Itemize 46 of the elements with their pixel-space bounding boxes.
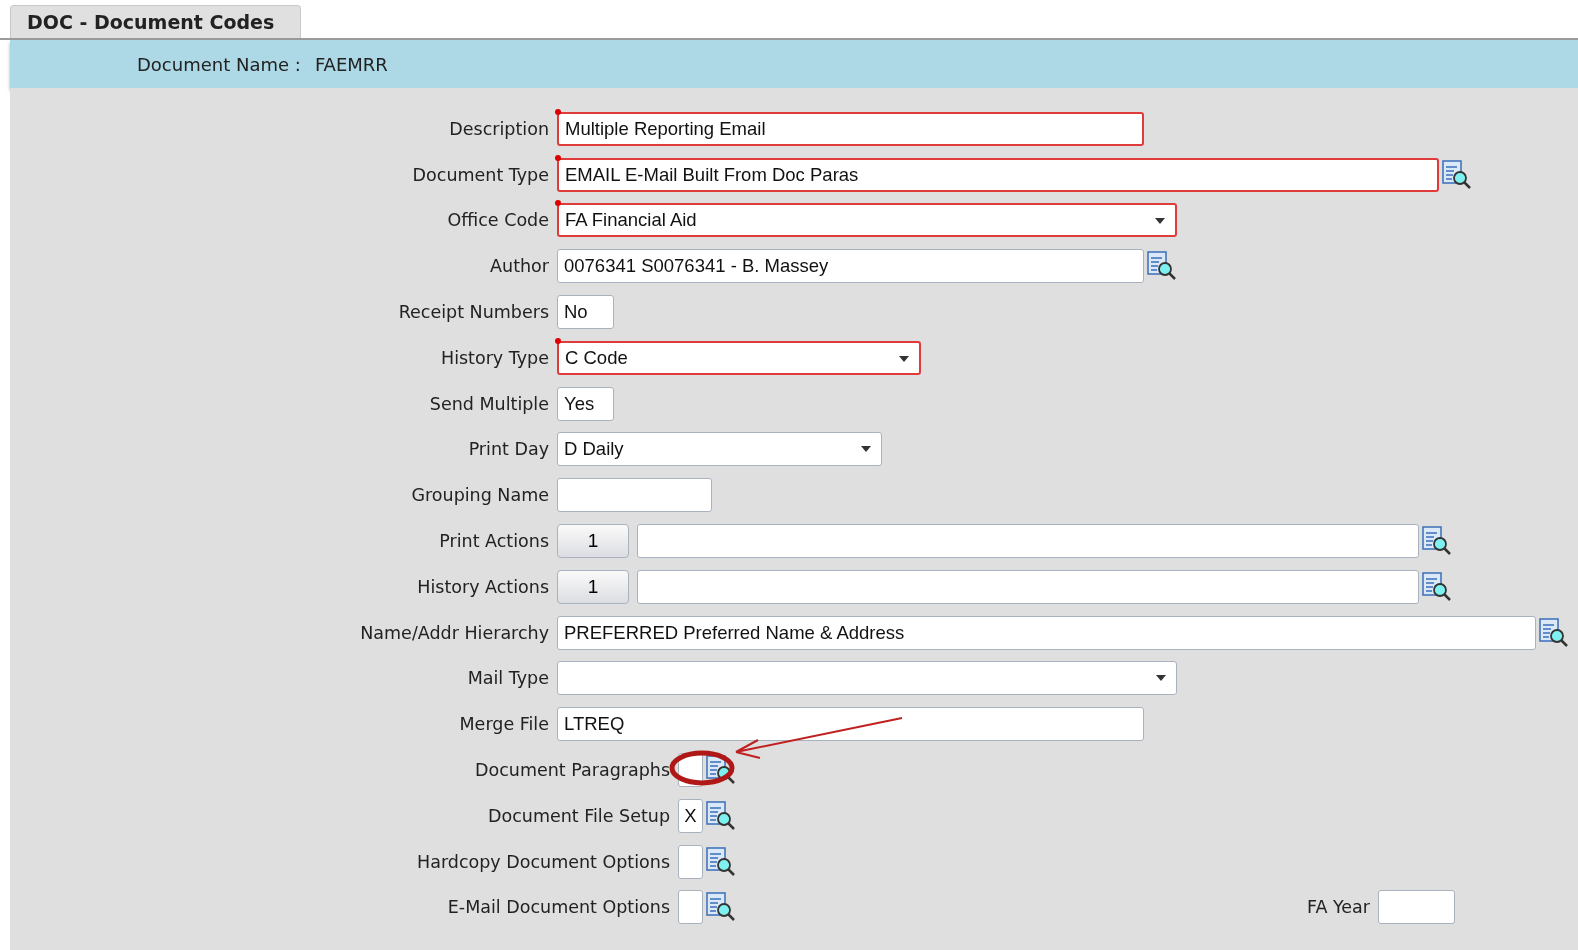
dropdown[interactable]: FA Financial Aid (557, 203, 1177, 238)
dropdown[interactable]: C Code (557, 340, 921, 375)
field-label: Description (448, 118, 550, 139)
field-label: Document Name : (137, 53, 301, 75)
field-label: Grouping Name (410, 485, 550, 506)
input-field[interactable]: LTREQ (557, 707, 1144, 742)
field-label: History Type (439, 347, 550, 368)
input-field[interactable]: PREFERRED Preferred Name & Address (557, 615, 1536, 650)
document-name: FAEMRR (314, 53, 388, 75)
input-field[interactable]: X (678, 798, 703, 833)
input-field[interactable]: Multiple Reporting Email (557, 111, 1144, 146)
field-label: Name/Addr Hierarchy (359, 622, 550, 643)
input-field[interactable]: No (557, 295, 614, 330)
field-label: Mail Type (466, 668, 550, 689)
input-field[interactable] (1378, 890, 1455, 925)
field-label: Receipt Numbers (397, 302, 550, 323)
field-label: Document Type (411, 164, 550, 185)
field-label: Hardcopy Document Options (416, 851, 671, 872)
field-label: E-Mail Document Options (446, 897, 671, 918)
lookup-icon[interactable] (705, 845, 737, 878)
field-label: Office Code (446, 210, 550, 231)
field-label: History Actions (416, 576, 550, 597)
field-label: Print Day (467, 439, 550, 460)
tab[interactable]: DOC - Document Codes (10, 5, 302, 38)
lookup-icon[interactable] (1421, 570, 1453, 603)
lookup-icon[interactable] (705, 799, 737, 832)
input-field[interactable] (637, 524, 1419, 559)
input-field[interactable] (678, 890, 703, 925)
input-field[interactable] (557, 478, 712, 513)
input-field[interactable]: 0076341 S0076341 - B. Massey (557, 249, 1144, 284)
field-label: Author (489, 256, 550, 277)
input-field[interactable]: Yes (557, 386, 614, 421)
lookup-icon[interactable] (1538, 616, 1570, 649)
count-button[interactable]: 1 (557, 569, 629, 604)
input-field[interactable] (637, 569, 1419, 604)
field-label: Send Multiple (428, 393, 550, 414)
input-field[interactable] (678, 844, 703, 879)
field-label: Merge File (458, 714, 550, 735)
input-field[interactable]: EMAIL E-Mail Built From Doc Paras (557, 157, 1439, 192)
count-button[interactable]: 1 (557, 524, 629, 559)
lookup-icon[interactable] (1441, 158, 1473, 191)
field-label: Document Paragraphs (474, 760, 671, 781)
field-label: Print Actions (438, 531, 550, 552)
field-label: Document File Setup (487, 805, 671, 826)
field-label: FA Year (1306, 897, 1370, 918)
dropdown[interactable]: D Daily (557, 432, 882, 467)
